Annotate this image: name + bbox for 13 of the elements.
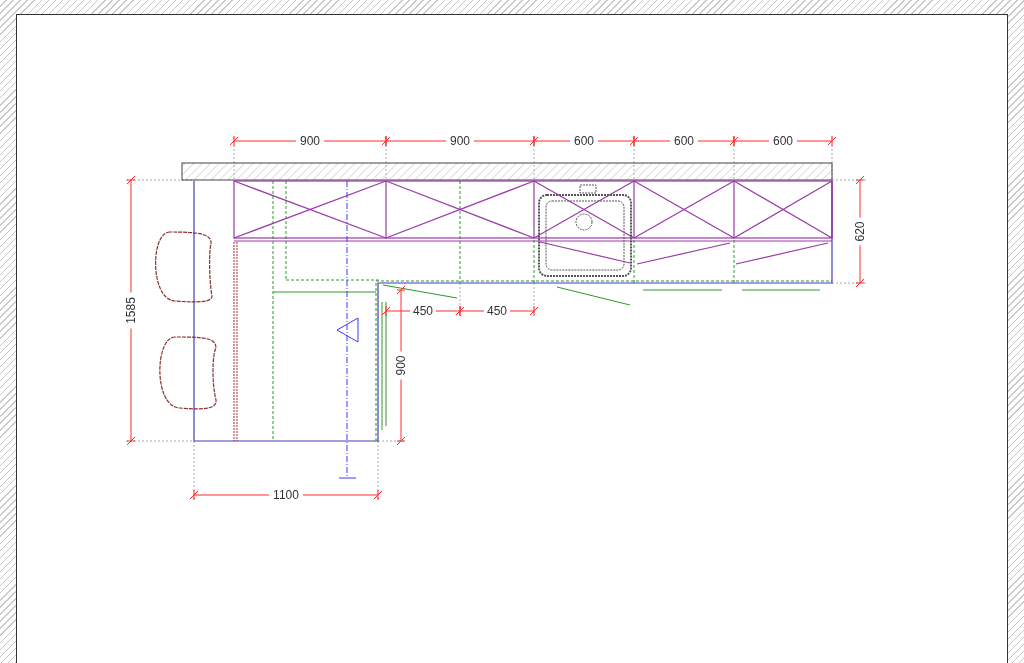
dimension-label: 450 xyxy=(413,304,433,318)
dimension-label: 1100 xyxy=(273,488,299,502)
dimension-label: 900 xyxy=(300,134,320,148)
dimension-label: 600 xyxy=(674,134,694,148)
dimension-label: 600 xyxy=(773,134,793,148)
triangle-marker xyxy=(336,317,359,343)
dimension-label: 900 xyxy=(394,355,408,376)
dimension-label: 900 xyxy=(450,134,470,148)
dimension-label: 450 xyxy=(487,304,507,318)
stool-drawing xyxy=(155,231,213,303)
dimension-label: 1585 xyxy=(124,297,138,324)
dimension-label: 600 xyxy=(574,134,594,148)
dimension-label: 620 xyxy=(853,221,867,242)
